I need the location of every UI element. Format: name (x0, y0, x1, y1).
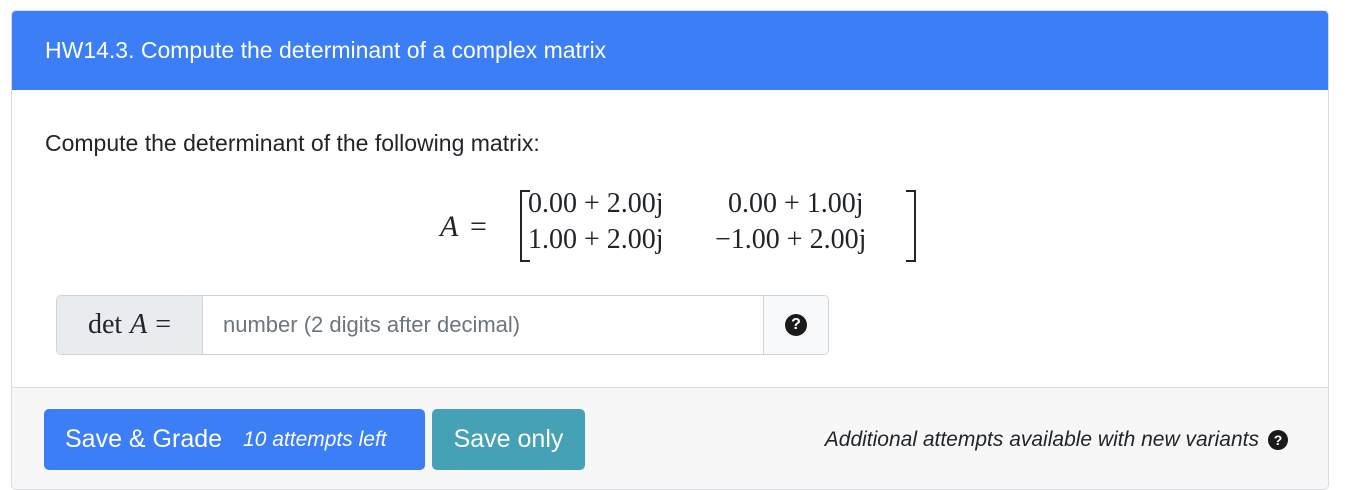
matrix-cell-r2c1: 1.00 + 2.00j (528, 224, 664, 255)
attempts-left-text: 10 attempts left (243, 427, 387, 451)
question-body: Compute the determinant of the following… (12, 90, 1328, 388)
save-grade-label: Save & Grade (65, 425, 223, 453)
question-prompt: Compute the determinant of the following… (45, 130, 540, 156)
answer-help-button[interactable]: ? (763, 296, 828, 354)
question-footer: Save & Grade 10 attempts left Save only … (12, 388, 1328, 489)
matrix-cell-r1c1: 0.00 + 2.00j (528, 188, 664, 219)
save-only-label: Save only (453, 425, 564, 453)
question-title: HW14.3. Compute the determinant of a com… (45, 37, 607, 63)
det-operator: det (87, 309, 123, 340)
question-circle-icon[interactable]: ? (785, 314, 807, 336)
answer-label: det A = (57, 296, 203, 354)
matrix-name: A (440, 210, 459, 243)
answer-input-group: det A = ? (56, 295, 829, 355)
save-only-button[interactable]: Save only (432, 409, 585, 470)
det-equals: = (155, 309, 172, 340)
right-bracket (906, 190, 916, 262)
det-variable: A (130, 309, 148, 340)
question-circle-icon[interactable]: ? (1268, 430, 1288, 450)
variants-note-text: Additional attempts available with new v… (824, 428, 1259, 451)
matrix-equation: A = 0.00 + 2.00j 0.00 + 1.00j 1.00 + 2.0… (440, 188, 940, 280)
matrix-cell-r1c2: 0.00 + 1.00j (728, 188, 864, 219)
matrix-cell-r2c2: −1.00 + 2.00j (715, 224, 867, 255)
equals-sign: = (470, 210, 487, 243)
answer-input[interactable] (203, 296, 763, 354)
variants-note: Additional attempts available with new v… (825, 428, 1288, 452)
question-header: HW14.3. Compute the determinant of a com… (12, 11, 1328, 90)
save-grade-button[interactable]: Save & Grade 10 attempts left (44, 409, 425, 470)
question-card: HW14.3. Compute the determinant of a com… (11, 10, 1329, 490)
